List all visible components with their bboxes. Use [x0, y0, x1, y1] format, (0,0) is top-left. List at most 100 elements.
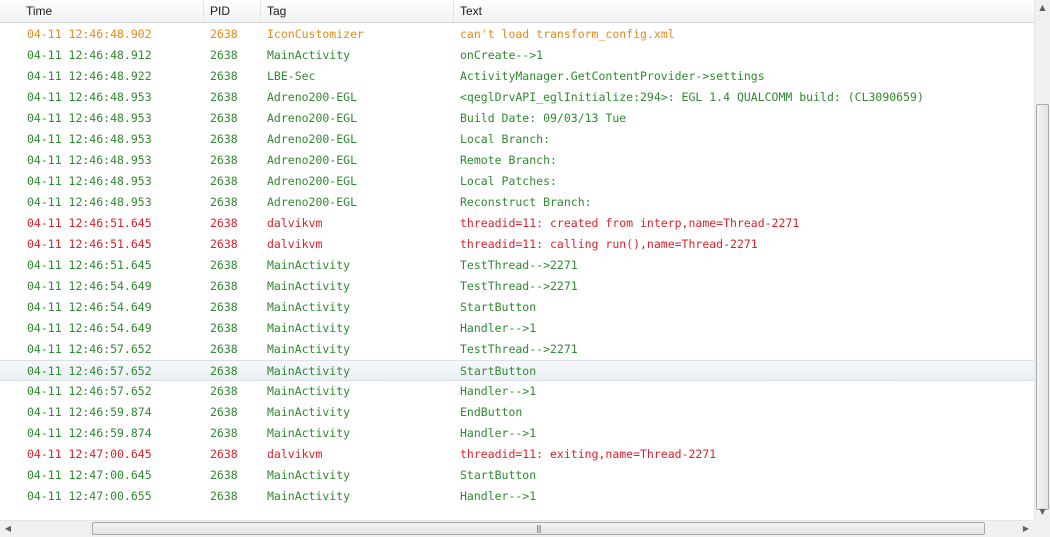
log-tag: Adreno200-EGL	[267, 174, 358, 188]
column-header-pid[interactable]: PID	[204, 0, 261, 22]
vertical-scrollbar[interactable]: ▲ ▼	[1034, 0, 1050, 520]
column-header-tag[interactable]: Tag	[261, 0, 454, 22]
log-tag: dalvikvm	[267, 216, 323, 230]
log-pid: 2638	[210, 111, 238, 125]
log-time: 04-11 12:46:48.953	[27, 132, 152, 146]
log-tag: MainActivity	[267, 489, 351, 503]
log-pid: 2638	[210, 364, 238, 378]
log-text: Local Patches:	[460, 174, 557, 188]
log-row[interactable]: 04-11 12:47:00.645 2638 dalvikvm threadid=1…	[0, 444, 1034, 465]
scrollbar-corner	[1034, 520, 1050, 537]
log-row[interactable]: 04-11 12:46:48.912 2638 MainActivity onCrea…	[0, 45, 1034, 66]
log-time: 04-11 12:46:48.902	[27, 27, 152, 41]
log-pid: 2638	[210, 132, 238, 146]
log-text: Reconstruct Branch:	[460, 195, 592, 209]
logcat-list[interactable]: 04-11 12:46:48.902 2638 IconCustomizer can'…	[0, 24, 1034, 520]
log-text: EndButton	[460, 405, 523, 419]
log-pid: 2638	[210, 384, 238, 398]
log-text: Handler-->1	[460, 489, 537, 503]
log-text: StartButton	[460, 300, 537, 314]
log-time: 04-11 12:46:51.645	[27, 237, 152, 251]
log-text: Handler-->1	[460, 384, 537, 398]
log-time: 04-11 12:46:48.953	[27, 90, 152, 104]
arrow-right-icon[interactable]: ▶	[1018, 521, 1034, 537]
log-time: 04-11 12:46:57.652	[27, 384, 152, 398]
arrow-left-icon[interactable]: ◀	[0, 521, 16, 537]
log-pid: 2638	[210, 27, 238, 41]
log-pid: 2638	[210, 405, 238, 419]
log-row[interactable]: 04-11 12:46:48.953 2638 Adreno200-EGL Remot…	[0, 150, 1034, 171]
log-text: Handler-->1	[460, 321, 537, 335]
log-text: can't load transform_config.xml	[460, 27, 675, 41]
log-row[interactable]: 04-11 12:46:57.652 2638 MainActivity Handle…	[0, 381, 1034, 402]
log-row[interactable]: 04-11 12:46:54.649 2638 MainActivity TestTh…	[0, 276, 1034, 297]
log-text: threadid=11: created from interp,name=Th…	[460, 216, 800, 230]
log-time: 04-11 12:47:00.645	[27, 468, 152, 482]
log-row[interactable]: 04-11 12:46:59.874 2638 MainActivity Handle…	[0, 423, 1034, 444]
log-row[interactable]: 04-11 12:46:51.645 2638 dalvikvm threadid=1…	[0, 213, 1034, 234]
log-row[interactable]: 04-11 12:46:57.652 2638 MainActivity StartB…	[0, 360, 1034, 381]
log-pid: 2638	[210, 300, 238, 314]
log-time: 04-11 12:46:48.953	[27, 111, 152, 125]
horizontal-scroll-thumb[interactable]: |||	[92, 522, 985, 535]
log-tag: MainActivity	[267, 279, 351, 293]
log-row[interactable]: 04-11 12:46:51.645 2638 MainActivity TestTh…	[0, 255, 1034, 276]
log-text: threadid=11: exiting,name=Thread-2271	[460, 447, 717, 461]
vertical-scroll-thumb[interactable]	[1036, 104, 1049, 510]
log-text: TestThread-->2271	[460, 279, 578, 293]
log-row[interactable]: 04-11 12:46:59.874 2638 MainActivity EndBut…	[0, 402, 1034, 423]
log-row[interactable]: 04-11 12:46:48.953 2638 Adreno200-EGL Local…	[0, 171, 1034, 192]
column-header-text[interactable]: Text	[454, 0, 1034, 22]
log-row[interactable]: 04-11 12:46:48.953 2638 Adreno200-EGL <qegl…	[0, 87, 1034, 108]
log-row[interactable]: 04-11 12:46:54.649 2638 MainActivity Handle…	[0, 318, 1034, 339]
log-text: TestThread-->2271	[460, 258, 578, 272]
log-text: onCreate-->1	[460, 48, 544, 62]
log-pid: 2638	[210, 447, 238, 461]
log-pid: 2638	[210, 426, 238, 440]
column-header-time[interactable]: Time	[20, 0, 204, 22]
log-time: 04-11 12:46:48.922	[27, 69, 152, 83]
arrow-down-icon[interactable]: ▼	[1035, 504, 1050, 520]
horizontal-scrollbar[interactable]: ◀ ||| ▶	[0, 520, 1034, 537]
log-time: 04-11 12:47:00.655	[27, 489, 152, 503]
log-text: Remote Branch:	[460, 153, 557, 167]
log-row[interactable]: 04-11 12:47:00.655 2638 MainActivity Handle…	[0, 486, 1034, 507]
log-text: threadid=11: calling run(),name=Thread-2…	[460, 237, 758, 251]
log-time: 04-11 12:46:54.649	[27, 300, 152, 314]
log-row[interactable]: 04-11 12:46:48.922 2638 LBE-Sec ActivityMan…	[0, 66, 1034, 87]
log-text: Handler-->1	[460, 426, 537, 440]
log-pid: 2638	[210, 195, 238, 209]
log-text: StartButton	[460, 364, 537, 378]
log-pid: 2638	[210, 489, 238, 503]
log-row[interactable]: 04-11 12:47:00.645 2638 MainActivity StartB…	[0, 465, 1034, 486]
log-pid: 2638	[210, 90, 238, 104]
log-time: 04-11 12:46:54.649	[27, 321, 152, 335]
arrow-up-icon[interactable]: ▲	[1035, 0, 1050, 16]
log-tag: MainActivity	[267, 300, 351, 314]
log-tag: Adreno200-EGL	[267, 90, 358, 104]
log-time: 04-11 12:46:48.912	[27, 48, 152, 62]
log-tag: MainActivity	[267, 258, 351, 272]
log-row[interactable]: 04-11 12:46:57.652 2638 MainActivity TestTh…	[0, 339, 1034, 360]
log-tag: MainActivity	[267, 48, 351, 62]
log-time: 04-11 12:46:48.953	[27, 153, 152, 167]
log-row[interactable]: 04-11 12:46:48.902 2638 IconCustomizer can'…	[0, 24, 1034, 45]
log-time: 04-11 12:46:48.953	[27, 195, 152, 209]
log-row[interactable]: 04-11 12:46:54.649 2638 MainActivity StartB…	[0, 297, 1034, 318]
log-pid: 2638	[210, 258, 238, 272]
log-pid: 2638	[210, 237, 238, 251]
log-tag: MainActivity	[267, 384, 351, 398]
log-pid: 2638	[210, 321, 238, 335]
log-text: Build Date: 09/03/13 Tue	[460, 111, 627, 125]
log-time: 04-11 12:46:57.652	[27, 342, 152, 356]
log-row[interactable]: 04-11 12:46:48.953 2638 Adreno200-EGL Build…	[0, 108, 1034, 129]
log-tag: Adreno200-EGL	[267, 195, 358, 209]
log-row[interactable]: 04-11 12:46:48.953 2638 Adreno200-EGL Local…	[0, 129, 1034, 150]
log-row[interactable]: 04-11 12:46:48.953 2638 Adreno200-EGL Recon…	[0, 192, 1034, 213]
log-pid: 2638	[210, 216, 238, 230]
log-tag: MainActivity	[267, 426, 351, 440]
grip-icon: |||	[535, 524, 542, 533]
log-row[interactable]: 04-11 12:46:51.645 2638 dalvikvm threadid=1…	[0, 234, 1034, 255]
log-time: 04-11 12:46:48.953	[27, 174, 152, 188]
log-tag: MainActivity	[267, 321, 351, 335]
